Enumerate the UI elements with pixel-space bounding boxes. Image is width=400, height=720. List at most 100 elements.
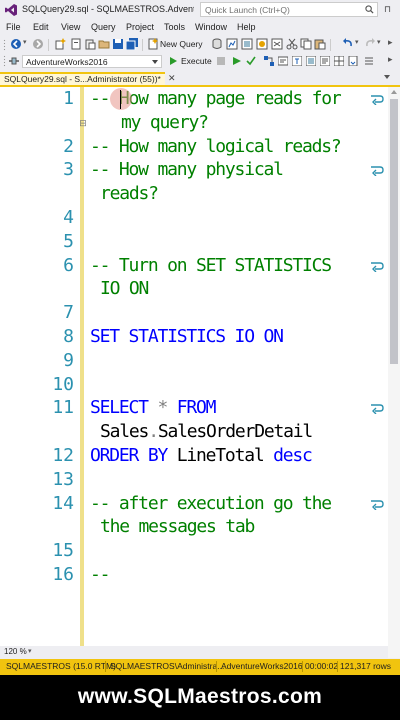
new-file-icon[interactable] — [70, 38, 82, 50]
pin-icon[interactable]: ⊓ — [384, 4, 391, 15]
save-icon[interactable] — [112, 38, 124, 50]
new-query-button[interactable]: New Query — [160, 39, 203, 49]
comment-lines-icon[interactable] — [364, 56, 374, 66]
status-server: SQLMAESTROS (15.0 RTM) — [6, 661, 116, 671]
code-line[interactable]: 11 SELECT * FROM — [0, 396, 388, 420]
close-tab-icon[interactable]: ✕ — [168, 73, 176, 84]
save-all-icon[interactable] — [126, 38, 138, 50]
redo-dropdown-icon[interactable]: ▾ — [377, 38, 381, 46]
undo-icon[interactable] — [342, 38, 354, 50]
back-dropdown-icon[interactable]: ▾ — [23, 38, 27, 46]
code-token: SalesOrderDetail — [157, 421, 313, 443]
code-token: reads? — [100, 183, 159, 205]
cut-icon[interactable] — [286, 38, 298, 50]
undo-dropdown-icon[interactable]: ▾ — [355, 38, 359, 46]
code-line-continuation[interactable]: IO ON — [0, 277, 388, 301]
query-editor[interactable]: ⊟ 1 -- How many page reads for my query? 2-… — [0, 87, 388, 658]
line-number: 12 — [52, 445, 74, 466]
mdx-query-icon[interactable] — [241, 38, 253, 50]
new-item-icon[interactable] — [54, 38, 66, 50]
results-to-file-icon[interactable] — [348, 56, 358, 66]
code-line[interactable]: 2 -- How many logical reads? — [0, 135, 388, 159]
line-number: 13 — [52, 468, 74, 490]
menu-project[interactable]: Project — [126, 22, 154, 32]
include-plan-icon[interactable] — [306, 56, 316, 66]
code-line[interactable]: 14 -- after execution go the — [0, 492, 388, 516]
toolbar-grip[interactable] — [3, 39, 6, 51]
toolbar-grip[interactable] — [3, 55, 6, 67]
scroll-up-icon[interactable] — [391, 90, 397, 94]
results-to-text-icon[interactable] — [320, 56, 330, 66]
code-line-continuation[interactable]: my query? — [0, 111, 388, 135]
menu-window[interactable]: Window — [195, 22, 227, 32]
connect-icon[interactable] — [8, 55, 20, 67]
toolbar-overflow-icon[interactable]: ▸ — [388, 37, 393, 48]
code-line[interactable]: 12 ORDER BY LineTotal desc — [0, 444, 388, 468]
code-line-continuation[interactable]: reads? — [0, 182, 388, 206]
stop-icon[interactable] — [217, 57, 225, 65]
redo-icon[interactable] — [364, 38, 376, 50]
code-line-continuation[interactable]: Sales.SalesOrderDetail — [0, 420, 388, 444]
results-to-grid-icon[interactable] — [334, 56, 344, 66]
forward-icon[interactable] — [32, 38, 44, 50]
zoom-dropdown-icon[interactable]: ▾ — [28, 647, 32, 655]
zoom-level[interactable]: 120 % — [4, 647, 27, 656]
toolbar-separator — [48, 39, 49, 51]
line-number: 14 — [52, 492, 74, 514]
menu-tools[interactable]: Tools — [164, 22, 185, 32]
menu-edit[interactable]: Edit — [33, 22, 49, 32]
parse-check-icon[interactable] — [246, 56, 256, 66]
open-folder-icon[interactable] — [98, 38, 110, 50]
toolbar2-overflow-icon[interactable]: ▸ — [388, 54, 393, 65]
analysis-query-icon[interactable] — [226, 38, 238, 50]
open-file-icon[interactable] — [84, 38, 96, 50]
menu-view[interactable]: View — [61, 22, 80, 32]
menu-help[interactable]: Help — [237, 22, 256, 32]
line-number: 10 — [52, 373, 74, 395]
code-line[interactable]: 13 — [0, 468, 388, 492]
code-line[interactable]: 8 SET STATISTICS IO ON — [0, 325, 388, 349]
debug-icon[interactable] — [232, 56, 242, 66]
dmx-query-icon[interactable] — [256, 38, 268, 50]
code-token: -- after execution go the — [90, 492, 332, 514]
status-row-count: 121,317 rows — [340, 661, 392, 671]
quick-launch-input[interactable]: Quick Launch (Ctrl+Q) — [200, 2, 378, 17]
toolbar-separator — [330, 39, 331, 51]
back-icon[interactable] — [10, 38, 22, 50]
query-options-icon[interactable] — [278, 56, 288, 66]
search-icon — [365, 5, 374, 14]
code-line[interactable]: 16 -- — [0, 563, 388, 587]
code-text: reads? — [100, 182, 159, 206]
tab-sqlquery29[interactable]: SQLQuery29.sql - S...Administrator (55))… — [0, 72, 165, 86]
editor-vertical-scrollbar[interactable] — [388, 87, 400, 658]
scrollbar-thumb[interactable] — [390, 99, 398, 364]
code-line[interactable]: 1 -- How many page reads for — [0, 87, 388, 111]
tab-list-dropdown-icon[interactable] — [384, 75, 390, 79]
menu-file[interactable]: File — [6, 22, 21, 32]
code-token: my query? — [121, 111, 209, 133]
code-token: SET STATISTICS IO ON — [90, 326, 284, 347]
database-selector[interactable]: AdventureWorks2016 — [22, 55, 162, 68]
code-line[interactable]: 3 -- How many physical — [0, 158, 388, 182]
code-text: the messages tab — [100, 515, 255, 539]
database-query-icon[interactable] — [211, 38, 223, 50]
code-line[interactable]: 4 — [0, 206, 388, 230]
display-plan-icon[interactable] — [264, 56, 274, 66]
status-login: SQLMAESTROS\Administra... — [110, 661, 225, 671]
code-line[interactable]: 5 — [0, 230, 388, 254]
code-line[interactable]: 10 — [0, 373, 388, 397]
paste-icon[interactable] — [314, 38, 326, 50]
copy-icon[interactable] — [300, 38, 312, 50]
code-token: LineTotal — [167, 445, 274, 466]
code-text: my query? — [121, 111, 209, 135]
code-line[interactable]: 6 -- Turn on SET STATISTICS — [0, 254, 388, 278]
new-query-icon[interactable] — [147, 38, 159, 50]
menu-query[interactable]: Query — [91, 22, 116, 32]
xmla-query-icon[interactable] — [271, 38, 283, 50]
code-line-continuation[interactable]: the messages tab — [0, 515, 388, 539]
code-line[interactable]: 7 — [0, 301, 388, 325]
code-line[interactable]: 15 — [0, 539, 388, 563]
intellisense-icon[interactable] — [292, 56, 302, 66]
code-line[interactable]: 9 — [0, 349, 388, 373]
code-token: . — [148, 421, 159, 443]
